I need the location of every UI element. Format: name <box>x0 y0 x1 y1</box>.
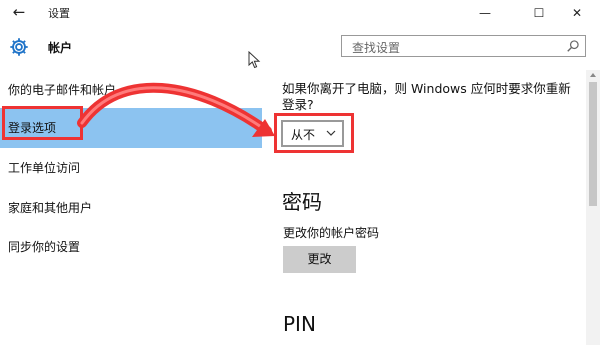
password-heading: 密码 <box>282 190 322 214</box>
minimize-button[interactable]: — <box>462 0 508 26</box>
sidebar-item-email-accounts[interactable]: 你的电子邮件和帐户 <box>0 70 262 110</box>
sidebar-item-sync-settings[interactable]: 同步你的设置 <box>0 227 262 267</box>
search-icon[interactable] <box>566 39 580 53</box>
back-arrow-icon[interactable]: ← <box>10 3 28 21</box>
require-signin-question: 如果你离开了电脑，则 Windows 应何时要求你重新登录? <box>282 81 571 112</box>
search-input[interactable]: 查找设置 <box>341 35 586 57</box>
scroll-up-icon[interactable] <box>588 70 598 80</box>
title-bar: ← 设置 — ☐ ✕ <box>0 0 600 26</box>
sidebar-item-label: 同步你的设置 <box>8 240 81 254</box>
gear-icon <box>10 38 28 56</box>
sidebar-item-work-access[interactable]: 工作单位访问 <box>0 148 262 188</box>
window-title: 设置 <box>48 7 70 20</box>
sidebar-item-family-users[interactable]: 家庭和其他用户 <box>0 188 262 228</box>
highlight-box-dropdown <box>274 113 354 153</box>
change-password-button[interactable]: 更改 <box>283 246 356 273</box>
pin-heading: PIN <box>283 312 316 336</box>
scrollbar-thumb[interactable] <box>589 82 597 206</box>
page-title: 帐户 <box>48 41 73 55</box>
sidebar-item-label: 你的电子邮件和帐户 <box>8 83 117 97</box>
password-label: 更改你的帐户密码 <box>283 226 380 240</box>
sidebar-item-label: 工作单位访问 <box>8 161 81 175</box>
mouse-cursor-icon <box>248 51 261 69</box>
close-button[interactable]: ✕ <box>554 0 600 26</box>
search-placeholder: 查找设置 <box>352 41 401 55</box>
highlight-box-sign-in-options <box>2 106 83 140</box>
scrollbar[interactable] <box>586 70 600 345</box>
sidebar-item-label: 家庭和其他用户 <box>8 201 93 215</box>
